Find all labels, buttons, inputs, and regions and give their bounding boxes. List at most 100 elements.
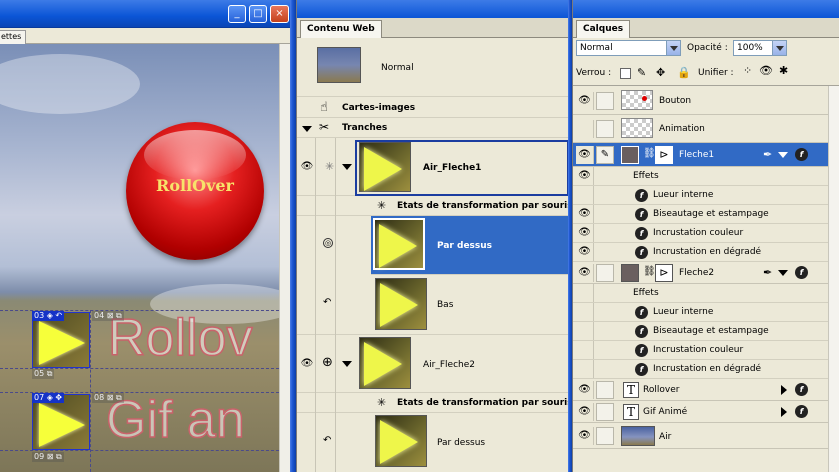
lock-move-icon[interactable]: ✥ bbox=[656, 66, 665, 79]
target-icon: ◎ bbox=[323, 238, 333, 248]
chevron-right-icon[interactable] bbox=[781, 407, 787, 417]
effect-row[interactable]: f Incrustation en dégradé bbox=[573, 360, 828, 379]
blend-mode-select[interactable]: Normal bbox=[576, 40, 681, 56]
eye-icon-hidden[interactable] bbox=[576, 322, 594, 340]
lock-transparency-icon[interactable] bbox=[620, 68, 631, 79]
pen-icon: ✒ bbox=[763, 148, 773, 161]
eye-icon[interactable]: 👁 bbox=[576, 167, 594, 185]
mouse-state-icon: ✳ bbox=[377, 396, 387, 409]
link-box[interactable] bbox=[596, 92, 614, 110]
eye-icon[interactable]: 👁 bbox=[576, 146, 594, 164]
page-row[interactable]: Normal bbox=[297, 39, 568, 97]
close-icon[interactable]: × bbox=[270, 5, 289, 23]
eye-icon-hidden[interactable] bbox=[576, 360, 594, 378]
link-box[interactable] bbox=[596, 403, 614, 421]
state-row-over[interactable]: ↶ Par dessus bbox=[297, 413, 568, 472]
image-maps-row[interactable]: ☝ Cartes-images bbox=[297, 98, 568, 118]
eye-icon[interactable]: 👁 bbox=[576, 381, 594, 399]
slice-row[interactable]: 👁 ✳ Air_Fleche1 bbox=[297, 138, 568, 196]
button-highlight bbox=[144, 130, 246, 180]
arrow-graphic bbox=[39, 403, 85, 447]
chevron-down-icon[interactable] bbox=[772, 41, 786, 55]
chevron-right-icon[interactable] bbox=[781, 385, 787, 395]
chevron-down-icon[interactable] bbox=[666, 41, 680, 55]
eye-icon-hidden[interactable] bbox=[576, 303, 594, 321]
layer-row[interactable]: 👁 T Rollover f bbox=[573, 379, 828, 401]
maximize-icon[interactable]: □ bbox=[249, 5, 267, 23]
chevron-down-icon[interactable] bbox=[778, 152, 788, 158]
fx-icon[interactable]: f bbox=[795, 383, 808, 396]
layer-row[interactable]: Animation bbox=[573, 115, 828, 143]
lock-brush-icon[interactable]: ✎ bbox=[637, 66, 646, 79]
unify-visibility-icon[interactable]: 👁 bbox=[759, 64, 773, 77]
link-box[interactable] bbox=[596, 264, 614, 282]
eye-icon[interactable]: 👁 bbox=[300, 162, 314, 172]
fx-icon[interactable]: f bbox=[795, 148, 808, 161]
rollover-states-row[interactable]: ✳ Etats de transformation par souris bbox=[297, 196, 568, 216]
slice-row[interactable]: 👁 ⊕ Air_Fleche2 bbox=[297, 335, 568, 393]
effect-row[interactable]: f Lueur interne bbox=[573, 186, 828, 205]
eye-icon[interactable]: 👁 bbox=[576, 264, 594, 282]
layer-thumbnail bbox=[621, 146, 639, 164]
layer-row[interactable]: 👁 ⛓ ⊳ Fleche2 ✒ f bbox=[573, 262, 828, 284]
document-scrollbar[interactable] bbox=[279, 44, 290, 472]
tab-web-content[interactable]: Contenu Web bbox=[300, 20, 382, 38]
panel-divider bbox=[573, 85, 839, 86]
link-box[interactable] bbox=[596, 427, 614, 445]
fx-icon[interactable]: f bbox=[795, 266, 808, 279]
layer-row[interactable]: 👁 Air bbox=[573, 423, 828, 449]
layer-row-selected[interactable]: 👁 ✎ ⛓ ⊳ Fleche1 ✒ f bbox=[573, 143, 828, 167]
effect-row[interactable]: 👁 f Incrustation en dégradé bbox=[573, 243, 828, 262]
panel-title-bar[interactable] bbox=[297, 0, 568, 18]
minimize-icon[interactable]: _ bbox=[228, 5, 246, 23]
chevron-down-icon[interactable] bbox=[778, 270, 788, 276]
vector-mask-thumbnail: ⊳ bbox=[655, 146, 673, 164]
sparkle-icon: ✳ bbox=[325, 160, 335, 173]
button-text: RollOver bbox=[156, 176, 234, 195]
lock-all-icon[interactable]: 🔒 bbox=[677, 66, 691, 79]
document-tab[interactable]: ettes bbox=[0, 30, 27, 44]
panel-tab-bar: Calques bbox=[573, 18, 839, 38]
chevron-down-icon[interactable] bbox=[302, 126, 312, 132]
document-title-bar[interactable]: _ □ × bbox=[0, 0, 290, 28]
unify-style-icon[interactable]: ✱ bbox=[779, 64, 788, 77]
image-canvas[interactable]: RollOver Rollov Gif an 03 ◈ ↶ 04 ⊠ ⧉ 05 … bbox=[0, 44, 279, 472]
rollover-states-row[interactable]: ✳ Etats de transformation par souris bbox=[297, 393, 568, 413]
link-box[interactable] bbox=[596, 381, 614, 399]
effect-row[interactable]: 👁 f Biseautage et estampage bbox=[573, 205, 828, 224]
unify-position-icon[interactable]: ⁘ bbox=[743, 64, 752, 77]
effects-row[interactable]: Effets bbox=[573, 284, 828, 303]
eye-icon-hidden[interactable] bbox=[576, 186, 594, 204]
layer-row[interactable]: 👁 T Gif Animé f bbox=[573, 401, 828, 423]
eye-icon[interactable]: 👁 bbox=[300, 359, 314, 369]
panel-title-bar[interactable] bbox=[573, 0, 839, 18]
layers-scrollbar[interactable] bbox=[828, 86, 839, 472]
slices-row[interactable]: ✂ Tranches bbox=[297, 118, 568, 138]
eye-icon[interactable]: 👁 bbox=[576, 403, 594, 421]
eye-icon[interactable]: 👁 bbox=[576, 205, 594, 223]
chevron-down-icon[interactable] bbox=[342, 164, 352, 170]
state-row-over[interactable]: Par dessus bbox=[371, 216, 568, 275]
brush-icon[interactable]: ✎ bbox=[596, 146, 614, 164]
effect-row[interactable]: 👁 f Incrustation couleur bbox=[573, 224, 828, 243]
chevron-down-icon[interactable] bbox=[342, 361, 352, 367]
tab-layers[interactable]: Calques bbox=[576, 20, 631, 38]
eye-icon[interactable]: 👁 bbox=[576, 427, 594, 445]
state-row-down[interactable]: ↶ Bas bbox=[297, 275, 568, 335]
eye-icon[interactable]: 👁 bbox=[576, 92, 594, 110]
effect-row[interactable]: f Lueur interne bbox=[573, 303, 828, 322]
eye-icon[interactable]: 👁 bbox=[576, 243, 594, 261]
link-box[interactable] bbox=[596, 120, 614, 138]
effects-row[interactable]: 👁 Effets bbox=[573, 167, 828, 186]
layer-row[interactable]: 👁 Bouton bbox=[573, 87, 828, 115]
eye-icon[interactable]: 👁 bbox=[576, 224, 594, 242]
eye-icon-hidden[interactable] bbox=[576, 284, 594, 302]
effect-row[interactable]: f Biseautage et estampage bbox=[573, 322, 828, 341]
layer-thumbnail bbox=[621, 426, 655, 446]
eye-icon-hidden[interactable] bbox=[576, 341, 594, 359]
eye-icon-hidden[interactable] bbox=[576, 120, 594, 138]
effect-row[interactable]: f Incrustation couleur bbox=[573, 341, 828, 360]
opacity-input[interactable]: 100% bbox=[733, 40, 787, 56]
image-maps-label: Cartes-images bbox=[342, 103, 416, 113]
fx-icon[interactable]: f bbox=[795, 405, 808, 418]
